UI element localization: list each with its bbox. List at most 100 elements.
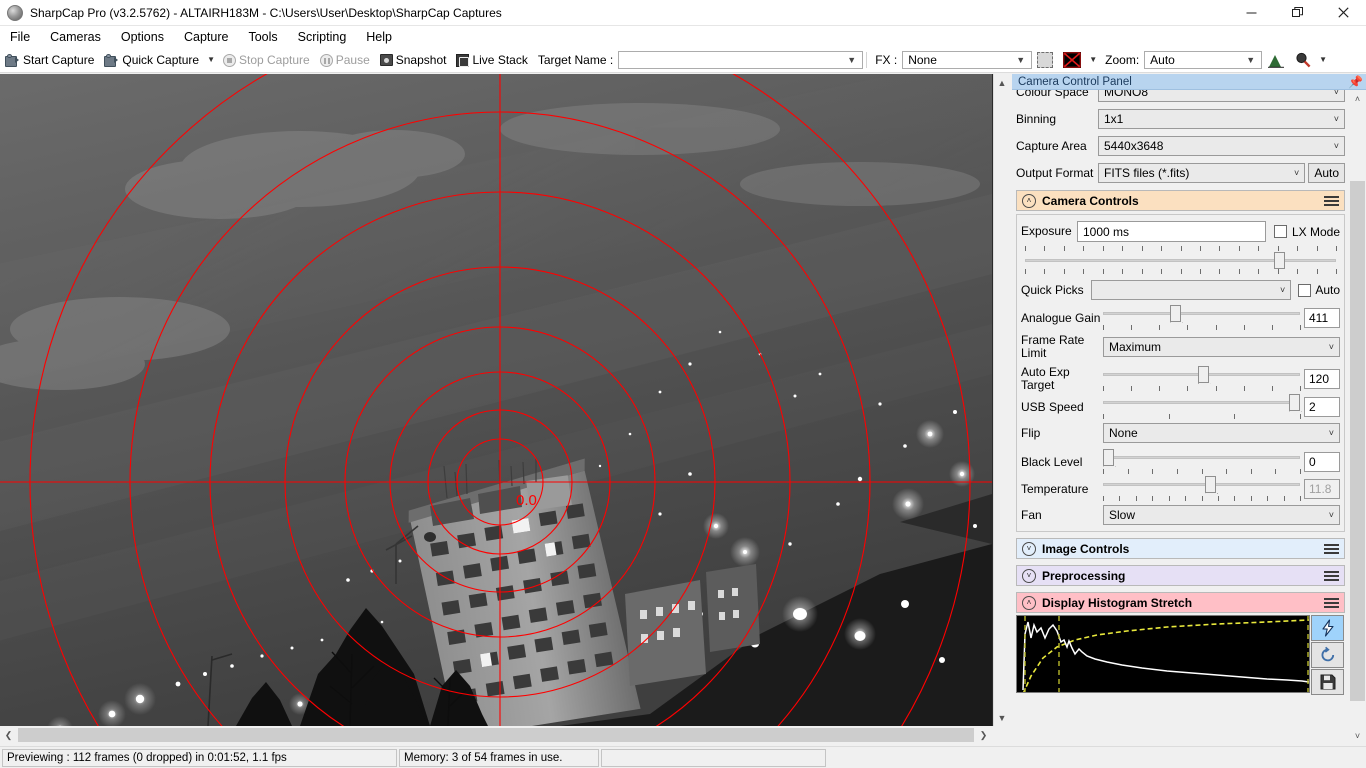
target-name-input[interactable]: ▼	[618, 51, 864, 69]
section-display-histogram-stretch[interactable]: ˄ Display Histogram Stretch	[1016, 592, 1345, 613]
usb-speed-value[interactable]: 2	[1304, 397, 1340, 417]
title-bar: SharpCap Pro (v3.2.5762) - ALTAIRH183M -…	[0, 0, 1366, 26]
capture-area-select[interactable]: 5440x3648 ˅	[1098, 136, 1345, 156]
black-level-label: Black Level	[1021, 454, 1083, 469]
lx-mode-label: LX Mode	[1291, 224, 1340, 239]
selection-square-icon	[1037, 52, 1054, 68]
row-fan: Fan Slow ˅	[1017, 505, 1344, 525]
row-frame-rate-limit: Frame Rate Limit Maximum ˅	[1017, 334, 1344, 359]
usb-speed-label: USB Speed	[1021, 399, 1084, 414]
chevron-down-icon: ˅	[1328, 428, 1334, 438]
panel-scroll-thumb[interactable]	[1350, 181, 1365, 701]
menu-item-scripting[interactable]: Scripting	[288, 27, 357, 47]
frame-rate-limit-select[interactable]: Maximum ˅	[1103, 336, 1340, 357]
chevron-down-icon: ˅	[1294, 168, 1300, 178]
menu-item-options[interactable]: Options	[111, 27, 174, 47]
reset-stretch-button[interactable]	[1311, 642, 1344, 668]
scroll-track-horizontal[interactable]	[18, 728, 974, 742]
row-black-level: Black Level 0	[1017, 449, 1344, 474]
menu-item-tools[interactable]: Tools	[238, 27, 287, 47]
reticle-dropdown-icon[interactable]: ▼	[1086, 55, 1100, 65]
exposure-slider-thumb[interactable]	[1273, 252, 1285, 269]
camera-control-panel-body: Colour Space MONO8 ˅ Binning 1x1 ˅ Captu…	[1012, 90, 1349, 744]
auto-exp-target-slider[interactable]	[1103, 366, 1300, 383]
pin-icon[interactable]: 📌	[1348, 75, 1363, 89]
status-memory: Memory: 3 of 54 frames in use.	[399, 748, 599, 767]
panel-vertical-scrollbar[interactable]: ˄ ˅	[1349, 90, 1366, 744]
stop-capture-button[interactable]: Stop Capture	[218, 51, 315, 69]
panel-scroll-up-icon[interactable]: ˄	[1349, 90, 1366, 107]
colour-space-select[interactable]: MONO8 ˅	[1098, 90, 1345, 102]
menu-item-capture[interactable]: Capture	[174, 27, 238, 47]
auto-exp-target-value[interactable]: 120	[1304, 369, 1340, 389]
output-format-auto-button[interactable]: Auto	[1308, 163, 1345, 183]
exposure-input[interactable]: 1000 ms	[1077, 221, 1266, 242]
black-level-slider[interactable]	[1103, 449, 1300, 466]
snapshot-button[interactable]: Snapshot	[375, 51, 452, 69]
toolbar-divider	[866, 52, 868, 68]
window-title: SharpCap Pro (v3.2.5762) - ALTAIRH183M -…	[30, 5, 502, 20]
menu-item-cameras[interactable]: Cameras	[40, 27, 111, 47]
live-stack-button[interactable]: Live Stack	[451, 51, 532, 69]
minimize-icon[interactable]	[1228, 0, 1274, 26]
binning-select[interactable]: 1x1 ˅	[1098, 109, 1345, 129]
selection-tool-button[interactable]	[1032, 50, 1058, 70]
black-level-slider-thumb[interactable]	[1103, 449, 1114, 466]
scroll-track-vertical[interactable]	[995, 91, 1009, 709]
preview-vertical-scrollbar[interactable]: ▲ ▼	[993, 74, 1010, 726]
scroll-left-icon[interactable]: ❮	[0, 727, 17, 744]
magnifier-dropdown-icon[interactable]: ▼	[1316, 55, 1330, 65]
section-menu-icon[interactable]	[1324, 195, 1339, 206]
usb-speed-slider-thumb[interactable]	[1289, 394, 1300, 411]
zoom-select[interactable]: Auto ▼	[1144, 51, 1263, 69]
scroll-down-icon[interactable]: ▼	[994, 709, 1011, 726]
temperature-slider-thumb[interactable]	[1205, 476, 1217, 493]
preview-horizontal-scrollbar[interactable]: ❮ ❯	[0, 726, 992, 744]
scroll-right-icon[interactable]: ❯	[975, 727, 992, 744]
analogue-gain-slider-thumb[interactable]	[1169, 305, 1181, 322]
section-menu-icon[interactable]	[1324, 570, 1339, 581]
section-menu-icon[interactable]	[1324, 543, 1339, 554]
camera-preview-image[interactable]: 0.0	[0, 74, 992, 726]
analogue-gain-value[interactable]: 411	[1304, 308, 1340, 328]
exposure-label: Exposure	[1021, 224, 1072, 238]
section-preprocessing[interactable]: ˅ Preprocessing	[1016, 565, 1345, 586]
menu-item-help[interactable]: Help	[356, 27, 402, 47]
usb-speed-slider[interactable]	[1103, 394, 1300, 411]
save-stretch-button[interactable]	[1311, 669, 1344, 695]
quick-picks-auto-checkbox[interactable]	[1298, 283, 1312, 297]
panel-scroll-down-icon[interactable]: ˅	[1349, 727, 1366, 744]
exposure-ticks-bottom	[1025, 269, 1337, 274]
scroll-up-icon[interactable]: ▲	[994, 74, 1011, 91]
quick-capture-button[interactable]: Quick Capture	[99, 51, 204, 69]
restore-icon[interactable]	[1274, 0, 1320, 26]
auto-exp-target-slider-thumb[interactable]	[1197, 366, 1209, 383]
magnifier-tool-button[interactable]	[1290, 50, 1316, 70]
close-icon[interactable]	[1320, 0, 1366, 26]
quick-capture-dropdown-icon[interactable]: ▼	[204, 55, 218, 65]
lx-mode-checkbox[interactable]	[1273, 225, 1287, 238]
fx-select[interactable]: None ▼	[902, 51, 1033, 69]
section-menu-icon[interactable]	[1324, 597, 1339, 608]
reticle-tool-button[interactable]	[1058, 50, 1086, 70]
histogram-svg	[1022, 616, 1309, 692]
section-camera-controls[interactable]: ˄ Camera Controls	[1016, 190, 1345, 211]
temperature-ticks	[1103, 496, 1301, 501]
exposure-slider[interactable]	[1025, 252, 1336, 269]
reticle-center-label: 0.0	[516, 492, 537, 509]
section-image-controls[interactable]: ˅ Image Controls	[1016, 538, 1345, 559]
pause-button[interactable]: Pause	[315, 51, 375, 69]
fan-select[interactable]: Slow ˅	[1103, 505, 1340, 525]
auto-stretch-button[interactable]	[1311, 615, 1344, 641]
flip-select[interactable]: None ˅	[1103, 423, 1340, 443]
histogram-plot[interactable]	[1016, 615, 1310, 693]
black-level-value[interactable]: 0	[1304, 452, 1340, 472]
menu-item-file[interactable]: File	[0, 27, 40, 47]
analogue-gain-slider[interactable]	[1103, 305, 1300, 322]
output-format-select[interactable]: FITS files (*.fits) ˅	[1098, 163, 1306, 183]
histogram-tool-button[interactable]	[1262, 51, 1290, 70]
start-capture-button[interactable]: Start Capture	[0, 51, 99, 69]
quick-picks-select[interactable]: ˅	[1091, 280, 1292, 300]
night-scene-render: 0.0	[0, 74, 992, 726]
temperature-slider[interactable]	[1103, 476, 1300, 493]
